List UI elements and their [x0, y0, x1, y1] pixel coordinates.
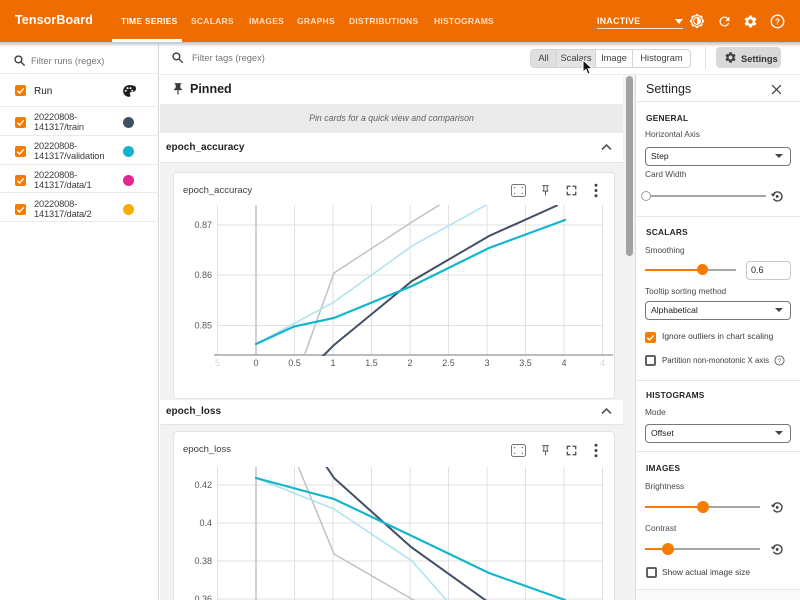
- svg-text:0.85: 0.85: [194, 321, 212, 331]
- svg-text:2.5: 2.5: [442, 358, 455, 368]
- svg-text:1: 1: [330, 358, 335, 368]
- svg-text:1.5: 1.5: [365, 358, 378, 368]
- svg-text:0.38: 0.38: [194, 556, 212, 566]
- svg-text:5: 5: [215, 358, 220, 368]
- svg-text:?: ?: [778, 358, 782, 365]
- svg-text:0.5: 0.5: [288, 358, 301, 368]
- svg-text:0.87: 0.87: [194, 220, 212, 230]
- svg-text:4: 4: [600, 358, 605, 368]
- svg-text:0.36: 0.36: [194, 594, 212, 600]
- svg-text:?: ?: [775, 17, 780, 26]
- svg-text:3.5: 3.5: [519, 358, 532, 368]
- svg-text:0: 0: [253, 358, 258, 368]
- svg-text:0.42: 0.42: [194, 480, 212, 490]
- svg-text:0.4: 0.4: [199, 518, 212, 528]
- svg-text:3: 3: [484, 358, 489, 368]
- svg-text:4: 4: [561, 358, 566, 368]
- svg-text:2: 2: [407, 358, 412, 368]
- svg-text:0.86: 0.86: [194, 270, 212, 280]
